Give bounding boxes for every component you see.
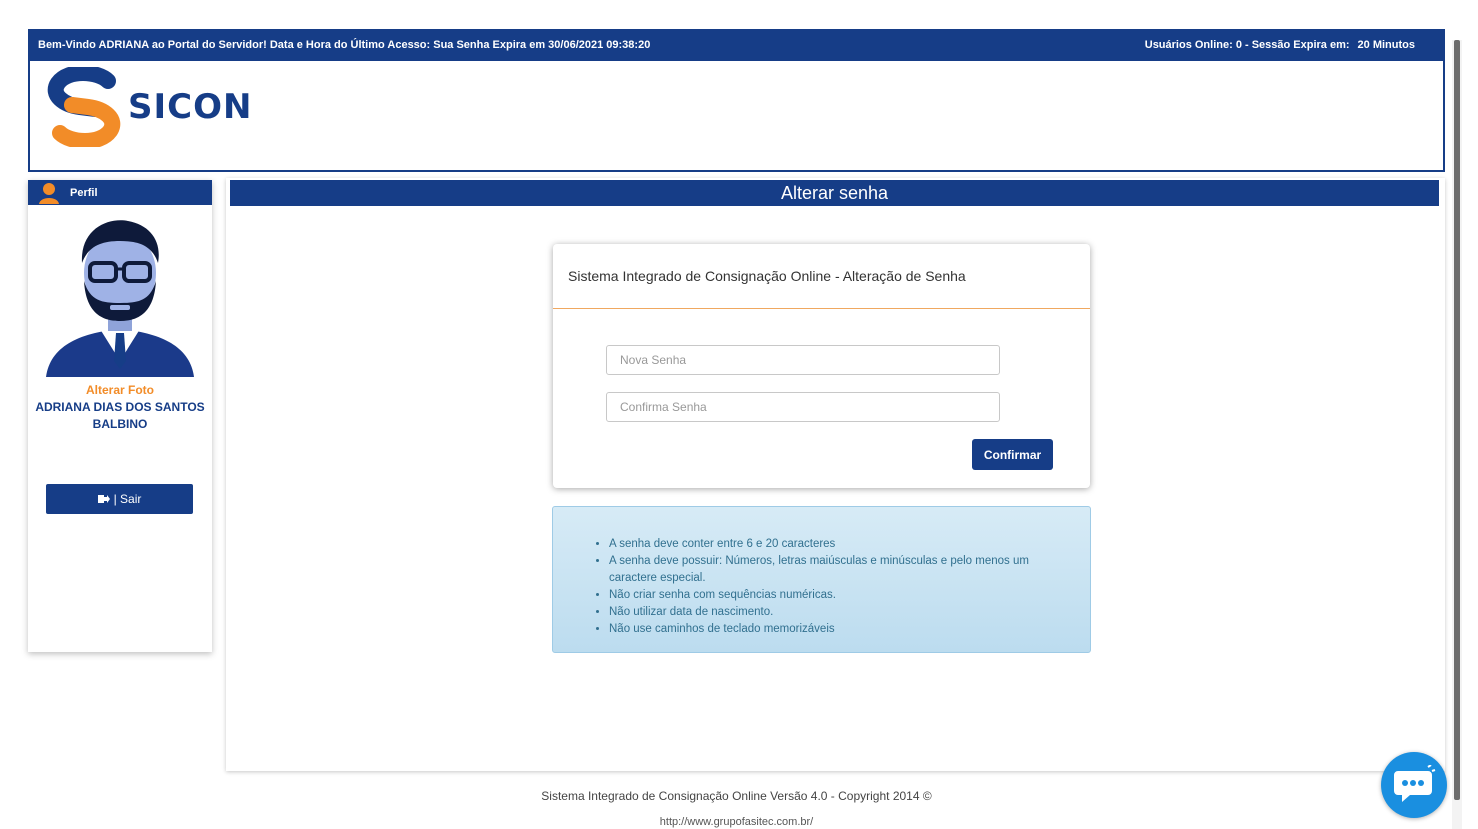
rule-item: Não utilizar data de nascimento. bbox=[609, 604, 1090, 621]
chat-button[interactable] bbox=[1381, 752, 1447, 818]
profile-header-label: Perfil bbox=[70, 186, 98, 199]
top-info-bar: Bem-Vindo ADRIANA ao Portal do Servidor!… bbox=[28, 29, 1445, 61]
change-password-card: Sistema Integrado de Consignação Online … bbox=[553, 244, 1090, 488]
footer-copyright: Sistema Integrado de Consignação Online … bbox=[541, 789, 932, 803]
header: SICON bbox=[28, 61, 1445, 172]
new-password-input[interactable] bbox=[606, 345, 1000, 375]
page: Bem-Vindo ADRIANA ao Portal do Servidor!… bbox=[0, 0, 1478, 829]
rule-item: Não criar senha com sequências numéricas… bbox=[609, 587, 1090, 604]
password-rules-box: A senha deve conter entre 6 e 20 caracte… bbox=[552, 506, 1091, 653]
confirm-password-input[interactable] bbox=[606, 392, 1000, 422]
confirm-button[interactable]: Confirmar bbox=[972, 439, 1053, 470]
sicon-logo-icon bbox=[47, 67, 121, 147]
brand-name: SICON bbox=[128, 87, 253, 127]
avatar-man-icon bbox=[46, 220, 194, 377]
main-content: Alterar senha Sistema Integrado de Consi… bbox=[226, 178, 1445, 771]
rule-item: A senha deve possuir: Números, letras ma… bbox=[609, 553, 1090, 587]
password-rules-list: A senha deve conter entre 6 e 20 caracte… bbox=[609, 536, 1090, 638]
session-time: 20 Minutos bbox=[1357, 39, 1415, 51]
avatar bbox=[28, 211, 212, 377]
change-photo-link[interactable]: Alterar Foto bbox=[28, 383, 212, 397]
online-users-text: Usuários Online: 0 - Sessão Expira em: bbox=[1144, 39, 1350, 51]
rule-item: A senha deve conter entre 6 e 20 caracte… bbox=[609, 536, 1090, 553]
profile-sidebar: Perfil Alterar Foto ADRIANA DIAS DOS SAN… bbox=[28, 180, 212, 652]
card-title: Sistema Integrado de Consignação Online … bbox=[553, 244, 1090, 309]
page-title: Alterar senha bbox=[230, 180, 1439, 206]
profile-header: Perfil bbox=[28, 180, 212, 205]
footer-link[interactable]: http://www.grupofasitec.com.br/ bbox=[0, 816, 1473, 828]
logout-label: | Sair bbox=[113, 492, 142, 506]
user-name: ADRIANA DIAS DOS SANTOS BALBINO bbox=[35, 400, 205, 431]
session-info: Usuários Online: 0 - Sessão Expira em: 2… bbox=[1145, 39, 1415, 51]
logo[interactable]: SICON bbox=[46, 67, 252, 147]
user-icon bbox=[39, 182, 59, 204]
chat-bubble-icon bbox=[1394, 765, 1436, 802]
logout-button[interactable]: | Sair bbox=[46, 484, 193, 514]
rule-item: Não use caminhos de teclado memorizáveis bbox=[609, 621, 1090, 638]
sign-out-icon bbox=[97, 495, 110, 503]
welcome-text: Bem-Vindo ADRIANA ao Portal do Servidor!… bbox=[38, 39, 651, 51]
scrollbar-thumb[interactable] bbox=[1454, 40, 1460, 800]
